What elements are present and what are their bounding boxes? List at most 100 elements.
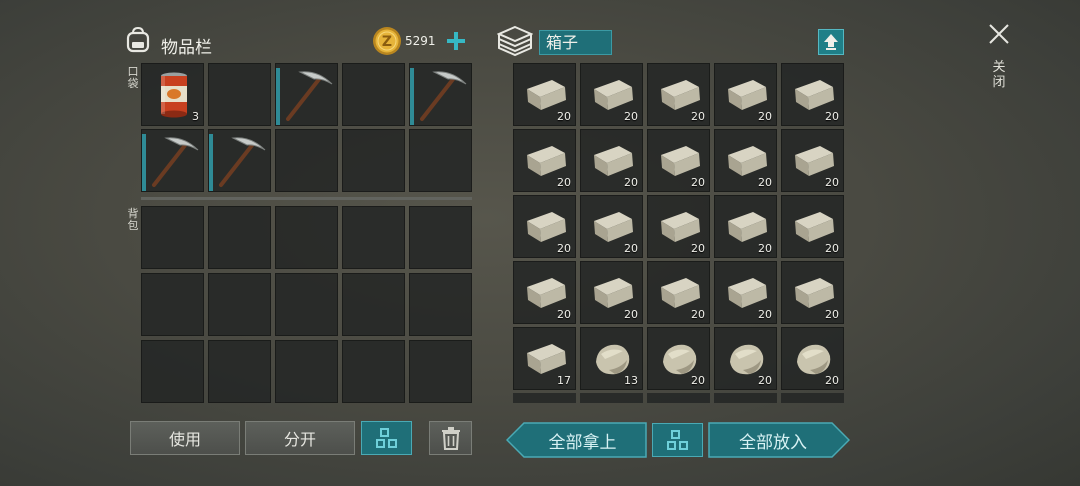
item-quantity: 20 [825, 374, 839, 387]
item-quantity: 20 [691, 374, 705, 387]
container-slot[interactable]: 20 [647, 129, 710, 192]
backpack-slot[interactable] [208, 340, 271, 403]
backpack-slot[interactable] [342, 273, 405, 336]
item-quantity: 20 [624, 308, 638, 321]
item-quantity: 20 [758, 110, 772, 123]
backpack-slot[interactable] [141, 206, 204, 269]
item-quantity: 17 [557, 374, 571, 387]
container-slot[interactable]: 20 [781, 63, 844, 126]
container-slot[interactable]: 20 [714, 129, 777, 192]
container-slot[interactable]: 20 [580, 261, 643, 324]
take-all-button[interactable]: 全部拿上 [506, 422, 647, 458]
pocket-slot[interactable] [208, 63, 271, 126]
container-slot[interactable]: 20 [647, 327, 710, 390]
container-slot[interactable]: 20 [513, 63, 576, 126]
container-slot[interactable]: 20 [647, 261, 710, 324]
container-slot[interactable]: 20 [714, 195, 777, 258]
container-slot[interactable]: 13 [580, 327, 643, 390]
pickaxe-icon [219, 137, 266, 187]
close-label: 关闭 [992, 60, 1006, 90]
container-slot[interactable]: 20 [714, 63, 777, 126]
item-quantity: 20 [825, 176, 839, 189]
backpack-slot[interactable] [275, 206, 338, 269]
plus-icon [447, 32, 465, 50]
pocket-slot[interactable]: 3 [141, 63, 204, 126]
container-slot[interactable]: 20 [647, 195, 710, 258]
pocket-slot[interactable] [208, 129, 271, 192]
pickaxe-icon [152, 137, 199, 187]
item-quantity: 13 [624, 374, 638, 387]
container-slot-partial[interactable] [781, 393, 844, 403]
pocket-slot[interactable] [409, 129, 472, 192]
currency-amount: 5291 [405, 34, 436, 48]
container-slot[interactable]: 20 [580, 63, 643, 126]
container-slot-partial[interactable] [714, 393, 777, 403]
add-currency-button[interactable] [445, 30, 467, 52]
container-name-input[interactable]: 箱子 [539, 30, 612, 55]
backpack-slot[interactable] [208, 273, 271, 336]
container-slot[interactable]: 20 [781, 195, 844, 258]
item-quantity: 20 [691, 242, 705, 255]
container-slot[interactable]: 20 [513, 261, 576, 324]
container-slot[interactable]: 20 [781, 327, 844, 390]
put-all-label: 全部放入 [739, 432, 807, 453]
container-slot[interactable]: 20 [580, 129, 643, 192]
item-quantity: 20 [624, 242, 638, 255]
pocket-slot[interactable] [409, 63, 472, 126]
backpack-slot[interactable] [409, 273, 472, 336]
pocket-label: 口袋 [127, 65, 139, 90]
container-slot[interactable]: 20 [580, 195, 643, 258]
pocket-slot[interactable] [141, 129, 204, 192]
backpack-label: 背包 [127, 207, 139, 232]
backpack-icon [124, 26, 152, 54]
put-all-button[interactable]: 全部放入 [708, 422, 850, 458]
backpack-slot[interactable] [342, 340, 405, 403]
backpack-slot[interactable] [141, 273, 204, 336]
crate-icon [496, 25, 534, 57]
item-quantity: 20 [758, 176, 772, 189]
pickaxe-icon [286, 71, 333, 121]
inventory-title: 物品栏 [161, 38, 212, 58]
item-quantity: 20 [758, 242, 772, 255]
container-slot-partial[interactable] [580, 393, 643, 403]
container-slot[interactable]: 20 [513, 129, 576, 192]
backpack-slot[interactable] [342, 206, 405, 269]
container-slot-partial[interactable] [513, 393, 576, 403]
item-quantity: 20 [825, 242, 839, 255]
item-quantity: 20 [557, 308, 571, 321]
container-slot[interactable]: 20 [647, 63, 710, 126]
item-quantity: 20 [624, 176, 638, 189]
backpack-slot[interactable] [409, 340, 472, 403]
item-quantity: 20 [691, 176, 705, 189]
backpack-slot[interactable] [141, 340, 204, 403]
upload-button[interactable] [818, 29, 844, 55]
pocket-slot[interactable] [275, 129, 338, 192]
sort-inventory-button[interactable] [361, 421, 412, 455]
container-slot[interactable]: 17 [513, 327, 576, 390]
close-button[interactable]: 关闭 [985, 20, 1013, 100]
item-quantity: 20 [825, 308, 839, 321]
section-divider [141, 197, 472, 200]
container-slot[interactable]: 20 [781, 129, 844, 192]
backpack-slot[interactable] [409, 206, 472, 269]
backpack-slot[interactable] [208, 206, 271, 269]
use-button[interactable]: 使用 [130, 421, 240, 455]
item-quantity: 20 [825, 110, 839, 123]
sort-container-button[interactable] [652, 423, 703, 457]
backpack-slot[interactable] [275, 273, 338, 336]
pocket-slot[interactable] [342, 63, 405, 126]
container-slot[interactable]: 20 [513, 195, 576, 258]
container-slot[interactable]: 20 [714, 261, 777, 324]
item-quantity: 20 [758, 374, 772, 387]
split-button[interactable]: 分开 [245, 421, 355, 455]
pocket-slot[interactable] [342, 129, 405, 192]
item-quantity: 20 [557, 242, 571, 255]
pocket-slot[interactable] [275, 63, 338, 126]
container-slot[interactable]: 20 [714, 327, 777, 390]
delete-button[interactable] [429, 421, 472, 455]
container-slot-partial[interactable] [647, 393, 710, 403]
container-slot[interactable]: 20 [781, 261, 844, 324]
backpack-slot[interactable] [275, 340, 338, 403]
grid-sort-icon [666, 430, 688, 450]
item-quantity: 20 [557, 176, 571, 189]
